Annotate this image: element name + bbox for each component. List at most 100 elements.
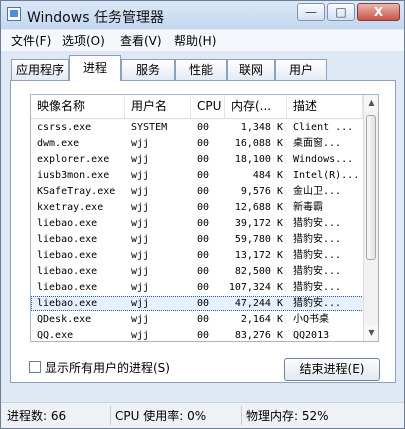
cell-cpu: 00	[197, 138, 210, 149]
cell-cpu: 00	[197, 186, 210, 197]
cell-image-name: iusb3mon.exe	[37, 170, 110, 181]
tab-performance[interactable]: 性能	[175, 59, 227, 80]
menu-view[interactable]: 查看(V)	[120, 32, 162, 49]
task-manager-icon	[7, 7, 21, 21]
status-process-count: 进程数: 66	[7, 409, 67, 423]
cell-user-name: wjj	[131, 250, 150, 261]
vertical-scrollbar[interactable]: ▲ ▼	[363, 95, 378, 341]
column-image-name[interactable]: 映像名称	[31, 95, 125, 118]
title-bar[interactable]: Windows 任务管理器 — □ X	[1, 1, 404, 29]
cell-description: 猎豹安...	[293, 234, 342, 245]
cell-description: Windows...	[293, 154, 354, 165]
table-row[interactable]: liebao.exe wjj 00 107,324 K 猎豹安...	[31, 280, 378, 295]
table-row[interactable]: explorer.exe wjj 00 18,100 K Windows...	[31, 152, 378, 167]
table-row[interactable]: KSafeTray.exe wjj 00 9,576 K 金山卫...	[31, 184, 378, 199]
menu-help[interactable]: 帮助(H)	[174, 32, 216, 49]
tab-applications[interactable]: 应用程序	[11, 59, 69, 80]
end-process-button[interactable]: 结束进程(E)	[284, 358, 380, 381]
minimize-button[interactable]: —	[297, 3, 325, 21]
cell-description: 猎豹安...	[293, 282, 342, 293]
cell-user-name: wjj	[131, 202, 150, 213]
cell-memory: 484 K	[252, 170, 283, 181]
task-manager-window: Windows 任务管理器 — □ X 文件(F) 选项(O) 查看(V) 帮助…	[0, 0, 405, 429]
tab-strip: 应用程序 进程 服务 性能 联网 用户	[1, 51, 404, 81]
cell-memory: 82,500 K	[234, 266, 283, 277]
column-memory[interactable]: 内存(...	[225, 95, 287, 118]
table-row[interactable]: liebao.exe wjj 00 82,500 K 猎豹安...	[31, 264, 378, 279]
cell-memory: 13,172 K	[234, 250, 283, 261]
scroll-down-icon[interactable]: ▼	[364, 325, 378, 341]
cell-description: Intel(R)...	[293, 170, 360, 181]
tab-users[interactable]: 用户	[275, 59, 327, 80]
tab-processes[interactable]: 进程	[69, 55, 121, 81]
table-row[interactable]: iusb3mon.exe wjj 00 484 K Intel(R)...	[31, 168, 378, 183]
table-row[interactable]: QQ.exe wjj 00 83,276 K QQ2013	[31, 328, 378, 341]
table-row[interactable]: dwm.exe wjj 00 16,088 K 桌面窗...	[31, 136, 378, 151]
cell-memory: 9,576 K	[240, 186, 283, 197]
cell-user-name: wjj	[131, 330, 150, 341]
cell-image-name: liebao.exe	[37, 218, 98, 229]
cell-description: 小Q书桌	[293, 314, 330, 325]
process-list[interactable]: 映像名称 用户名 CPU 内存(... 描述 csrss.exe SYSTEM 00…	[30, 94, 379, 342]
cell-cpu: 00	[197, 218, 210, 229]
cell-memory: 39,172 K	[234, 218, 283, 229]
cell-description: 猎豹安...	[293, 298, 342, 309]
cell-image-name: liebao.exe	[37, 298, 98, 309]
cell-image-name: dwm.exe	[37, 138, 80, 149]
cell-description: Client ...	[293, 122, 354, 133]
cell-image-name: liebao.exe	[37, 266, 98, 277]
cell-user-name: wjj	[131, 282, 150, 293]
column-description[interactable]: 描述	[287, 95, 363, 118]
table-row[interactable]: csrss.exe SYSTEM 00 1,348 K Client ...	[31, 120, 378, 135]
cell-user-name: wjj	[131, 218, 150, 229]
table-row[interactable]: kxetray.exe wjj 00 12,688 K 新毒霸	[31, 200, 378, 215]
tab-networking[interactable]: 联网	[227, 59, 275, 80]
table-row[interactable]: liebao.exe wjj 00 39,172 K 猎豹安...	[31, 216, 378, 231]
table-row[interactable]: liebao.exe wjj 00 13,172 K 猎豹安...	[31, 248, 378, 263]
table-row[interactable]: liebao.exe wjj 00 47,244 K 猎豹安...	[31, 296, 378, 311]
column-cpu[interactable]: CPU	[191, 95, 225, 118]
cell-memory: 59,780 K	[234, 234, 283, 245]
cell-description: QQ2013	[293, 330, 330, 341]
cell-description: 猎豹安...	[293, 218, 342, 229]
cell-user-name: wjj	[131, 266, 150, 277]
maximize-button[interactable]: □	[327, 3, 355, 21]
cell-memory: 2,164 K	[240, 314, 283, 325]
status-separator	[110, 406, 111, 425]
show-all-users-label: 显示所有用户的进程(S)	[45, 361, 170, 375]
menu-options[interactable]: 选项(O)	[62, 32, 105, 49]
cell-description: 桌面窗...	[293, 138, 342, 149]
cell-memory: 12,688 K	[234, 202, 283, 213]
tab-services[interactable]: 服务	[121, 59, 175, 80]
cell-user-name: SYSTEM	[131, 122, 168, 133]
cell-cpu: 00	[197, 314, 210, 325]
cell-memory: 16,088 K	[234, 138, 283, 149]
close-button[interactable]: X	[357, 3, 400, 21]
show-all-users-checkbox[interactable]	[29, 361, 41, 373]
processes-panel: 映像名称 用户名 CPU 内存(... 描述 csrss.exe SYSTEM 00…	[10, 80, 396, 383]
cell-user-name: wjj	[131, 186, 150, 197]
status-physical-memory: 物理内存: 52%	[246, 409, 329, 423]
cell-user-name: wjj	[131, 154, 150, 165]
cell-memory: 83,276 K	[234, 330, 283, 341]
cell-user-name: wjj	[131, 314, 150, 325]
cell-cpu: 00	[197, 170, 210, 181]
cell-cpu: 00	[197, 298, 210, 309]
menu-bar: 文件(F) 选项(O) 查看(V) 帮助(H)	[1, 30, 404, 51]
scroll-up-icon[interactable]: ▲	[364, 95, 378, 111]
table-row[interactable]: QDesk.exe wjj 00 2,164 K 小Q书桌	[31, 312, 378, 327]
status-bar: 进程数: 66 CPU 使用率: 0% 物理内存: 52%	[1, 402, 404, 428]
menu-file[interactable]: 文件(F)	[11, 32, 51, 49]
column-user-name[interactable]: 用户名	[125, 95, 191, 118]
cell-image-name: explorer.exe	[37, 154, 110, 165]
cell-cpu: 00	[197, 202, 210, 213]
cell-image-name: liebao.exe	[37, 234, 98, 245]
cell-user-name: wjj	[131, 298, 150, 309]
cell-memory: 18,100 K	[234, 154, 283, 165]
cell-image-name: QQ.exe	[37, 330, 74, 341]
cell-image-name: liebao.exe	[37, 282, 98, 293]
cell-image-name: QDesk.exe	[37, 314, 92, 325]
scroll-thumb[interactable]	[366, 115, 376, 260]
table-row[interactable]: liebao.exe wjj 00 59,780 K 猎豹安...	[31, 232, 378, 247]
cell-memory: 1,348 K	[240, 122, 283, 133]
